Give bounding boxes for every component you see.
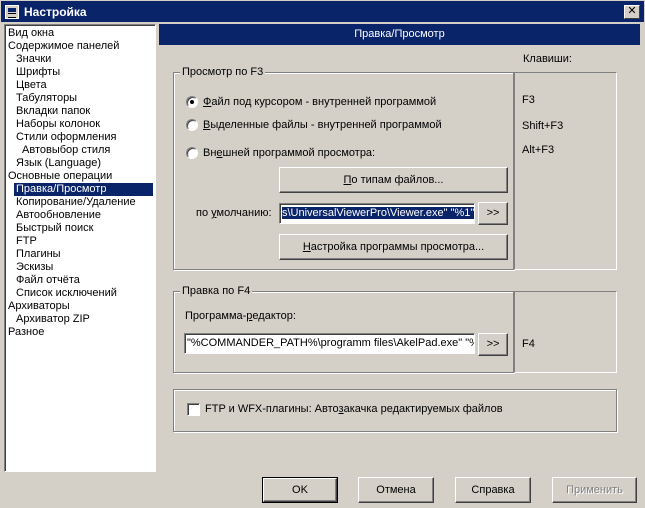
tree-item[interactable]: Значки [16,53,51,66]
app-icon [5,5,19,19]
tree-item[interactable]: Список исключений [16,287,117,300]
tree-item[interactable]: Архиваторы [8,300,70,313]
tree-item[interactable]: Табуляторы [16,92,77,105]
ftp-autodownload-label[interactable]: FTP и WFX-плагины: Автозакачка редактиру… [205,403,503,415]
tree-item[interactable]: Цвета [16,79,47,92]
tree-item[interactable]: Разное [8,326,44,339]
tree-item[interactable]: Автовыбор стиля [22,144,110,157]
radio-internal-selected[interactable] [186,119,198,131]
help-button[interactable]: Справка [455,477,531,503]
tree-item[interactable]: Стили оформления [16,131,116,144]
page-title: Правка/Просмотр [159,24,640,45]
tree-item[interactable]: Содержимое панелей [8,40,119,53]
configure-viewer-button[interactable]: Настройка программы просмотра... [279,234,508,260]
tree-item[interactable]: Автообновление [16,209,101,222]
tree-item[interactable]: Вкладки папок [16,105,90,118]
tree-item[interactable]: Архиватор ZIP [16,313,90,326]
edit-f4-keys-panel [514,291,617,373]
tree-item[interactable]: Копирование/Удаление [16,196,136,209]
radio-internal-cursor[interactable] [186,96,198,108]
edit-f4-group [173,291,514,373]
default-viewer-input[interactable]: s\UniversalViewerPro\Viewer.exe" "%1" [279,203,475,224]
by-file-types-button[interactable]: По типам файлов... [279,167,508,193]
radio-internal-cursor-label[interactable]: Файл под курсором - внутренней программо… [203,96,436,108]
default-viewer-label: по умолчанию: [196,207,272,219]
tree-item[interactable]: Быстрый поиск [16,222,93,235]
view-f3-legend: Просмотр по F3 [180,66,266,78]
radio-internal-selected-label[interactable]: Выделенные файлы - внутренней программой [203,119,442,131]
key-f3: F3 [522,94,535,106]
window-title: Настройка [24,5,87,19]
editor-label: Программа-редактор: [185,310,296,322]
close-button[interactable]: ✕ [624,5,640,19]
tree-item[interactable]: Эскизы [16,261,53,274]
key-shift-f3: Shift+F3 [522,120,564,132]
tree-item[interactable]: Шрифты [16,66,60,79]
ftp-autodownload-checkbox[interactable] [187,403,200,416]
apply-button: Применить [552,477,637,503]
radio-external[interactable] [186,147,198,159]
tree-item[interactable]: Плагины [16,248,61,261]
tree-item[interactable]: Основные операции [8,170,112,183]
cancel-button[interactable]: Отмена [358,477,434,503]
ok-button[interactable]: OK [262,477,338,503]
radio-external-label[interactable]: Внешней программой просмотра: [203,147,375,159]
edit-f4-legend: Правка по F4 [180,285,253,297]
key-f4: F4 [522,338,535,350]
settings-tree[interactable]: Вид окна Содержимое панелей Значки Шрифты Цв… [4,24,156,472]
tree-item[interactable]: Правка/Просмотр [14,183,153,196]
editor-input[interactable]: "%COMMANDER_PATH%\programm files\AkelPad… [184,333,475,354]
tree-item[interactable]: FTP [16,235,37,248]
tree-item[interactable]: Язык (Language) [16,157,101,170]
keys-column-title: Клавиши: [523,53,572,65]
key-alt-f3: Alt+F3 [522,144,555,156]
tree-item[interactable]: Файл отчёта [16,274,80,287]
close-icon: ✕ [627,5,637,17]
editor-browse-button[interactable]: >> [478,333,508,356]
tree-item[interactable]: Наборы колонок [16,118,100,131]
tree-item[interactable]: Вид окна [8,27,54,40]
title-bar[interactable]: Настройка ✕ [0,0,645,22]
viewer-browse-button[interactable]: >> [478,202,508,225]
